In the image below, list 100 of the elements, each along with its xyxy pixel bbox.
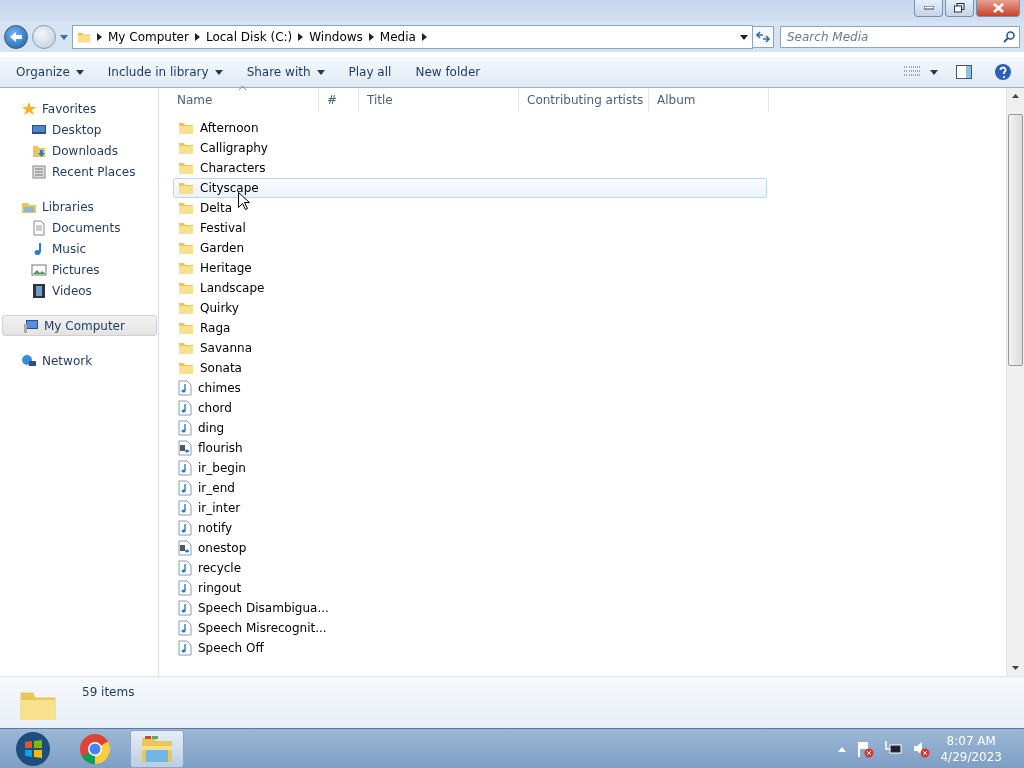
restore-button[interactable] <box>945 0 974 17</box>
refresh-button[interactable] <box>752 26 774 48</box>
close-icon <box>992 3 1004 13</box>
folder-icon <box>178 320 194 336</box>
minimize-icon <box>923 6 934 10</box>
search-icon <box>1003 31 1015 43</box>
preview-pane-icon[interactable] <box>956 65 972 79</box>
column-header[interactable]: Title <box>359 88 519 112</box>
back-button[interactable] <box>4 25 28 49</box>
folder-icon <box>178 180 194 196</box>
column-header[interactable]: Contributing artists <box>519 88 649 112</box>
file-row[interactable]: Characters <box>173 158 767 178</box>
sidebar-item[interactable]: Desktop <box>0 119 158 140</box>
back-arrow-icon <box>9 31 23 43</box>
sidebar-item[interactable]: Favorites <box>0 98 158 119</box>
sidebar-item[interactable]: Documents <box>0 217 158 238</box>
column-header[interactable]: Name <box>169 88 319 112</box>
file-row[interactable]: Speech Misrecognit... <box>173 618 767 638</box>
volume-muted-icon[interactable] <box>912 740 931 758</box>
file-row[interactable]: notify <box>173 518 767 538</box>
action-center-warning-icon[interactable] <box>856 740 875 758</box>
search-field[interactable]: Search Media <box>780 26 1020 48</box>
file-row[interactable]: ringout <box>173 578 767 598</box>
file-row[interactable]: ir_end <box>173 478 767 498</box>
file-row[interactable]: Landscape <box>173 278 767 298</box>
file-row[interactable]: Raga <box>173 318 767 338</box>
sidebar-item[interactable]: Pictures <box>0 259 158 280</box>
folder-icon <box>178 120 194 136</box>
breadcrumb[interactable]: Media <box>379 30 416 44</box>
sidebar-item[interactable]: Recent Places <box>0 161 158 182</box>
audio-file-icon <box>178 580 192 596</box>
file-row[interactable]: Afternoon <box>173 118 767 138</box>
audio-file-icon <box>178 420 192 436</box>
refresh-icon <box>756 31 770 43</box>
file-row[interactable]: Savanna <box>173 338 767 358</box>
folder-icon <box>178 280 194 296</box>
scrollbar[interactable] <box>1006 88 1024 676</box>
caret-icon[interactable] <box>930 69 938 75</box>
file-row[interactable]: Heritage <box>173 258 767 278</box>
breadcrumb-arrow-icon[interactable] <box>368 33 374 41</box>
breadcrumb-arrow-icon[interactable] <box>298 33 304 41</box>
column-header[interactable]: # <box>319 88 359 112</box>
sidebar-item[interactable]: Music <box>0 238 158 259</box>
toolbar-button[interactable]: Share with <box>236 61 335 83</box>
sidebar-item[interactable]: Videos <box>0 280 158 301</box>
address-bar[interactable]: My Computer Local Disk (C:) Windows Media <box>72 25 753 49</box>
breadcrumb-arrow-icon[interactable] <box>421 33 427 41</box>
restore-icon <box>954 3 965 13</box>
folder-icon <box>178 300 194 316</box>
file-row[interactable]: Garden <box>173 238 767 258</box>
breadcrumb[interactable]: Windows <box>309 30 363 44</box>
file-row[interactable]: Speech Disambigua... <box>173 598 767 618</box>
file-row[interactable]: onestop <box>173 538 767 558</box>
file-row[interactable]: Cityscape <box>173 178 767 198</box>
sidebar-item[interactable]: My Computer <box>2 315 157 336</box>
sidebar-item[interactable]: Network <box>0 350 158 371</box>
file-row[interactable]: Speech Off <box>173 638 767 658</box>
star-icon <box>21 100 37 117</box>
file-row[interactable]: ding <box>173 418 767 438</box>
sidebar-item[interactable]: Libraries <box>0 196 158 217</box>
column-header[interactable]: Album <box>649 88 769 112</box>
file-row[interactable]: Festival <box>173 218 767 238</box>
file-row[interactable]: Sonata <box>173 358 767 378</box>
audio-file-icon <box>178 480 192 496</box>
file-row[interactable]: chimes <box>173 378 767 398</box>
folder-icon <box>178 260 194 276</box>
sidebar-item[interactable]: Downloads <box>0 140 158 161</box>
clock-date: 4/29/2023 <box>940 749 1002 765</box>
scroll-down-icon[interactable] <box>1012 666 1019 670</box>
folder-icon <box>178 340 194 356</box>
close-button[interactable] <box>976 0 1020 17</box>
audio-file-icon <box>178 560 192 576</box>
file-row[interactable]: Quirky <box>173 298 767 318</box>
scrollbar-thumb[interactable] <box>1008 114 1023 366</box>
toolbar-button[interactable]: Play all <box>338 61 402 83</box>
file-row[interactable]: ir_inter <box>173 498 767 518</box>
toolbar-button[interactable]: Include in library <box>97 61 233 83</box>
chrome-icon <box>79 733 111 765</box>
breadcrumb-arrow-icon[interactable] <box>194 33 200 41</box>
audio-file-icon <box>178 640 192 656</box>
file-row[interactable]: Calligraphy <box>173 138 767 158</box>
dropdown-caret-icon[interactable] <box>740 34 748 40</box>
folder-icon <box>178 360 194 376</box>
folder-icon <box>178 160 194 176</box>
toolbar-button[interactable]: New folder <box>405 61 491 83</box>
folder-icon <box>178 220 194 236</box>
help-icon[interactable] <box>994 63 1012 81</box>
file-row[interactable]: chord <box>173 398 767 418</box>
breadcrumb[interactable]: My Computer <box>108 30 189 44</box>
clock-time: 8:07 AM <box>946 733 996 749</box>
breadcrumb[interactable]: Local Disk (C:) <box>205 30 293 44</box>
file-row[interactable]: ir_begin <box>173 458 767 478</box>
audio-file-icon <box>178 380 192 396</box>
scroll-up-icon[interactable] <box>1012 94 1019 98</box>
recent-places-icon <box>31 163 47 180</box>
caret-icon <box>316 69 325 75</box>
file-row[interactable]: flourish <box>173 438 767 458</box>
file-row[interactable]: recycle <box>173 558 767 578</box>
breadcrumb-arrow-icon[interactable] <box>97 33 102 41</box>
toolbar-button[interactable]: Organize <box>6 61 94 83</box>
